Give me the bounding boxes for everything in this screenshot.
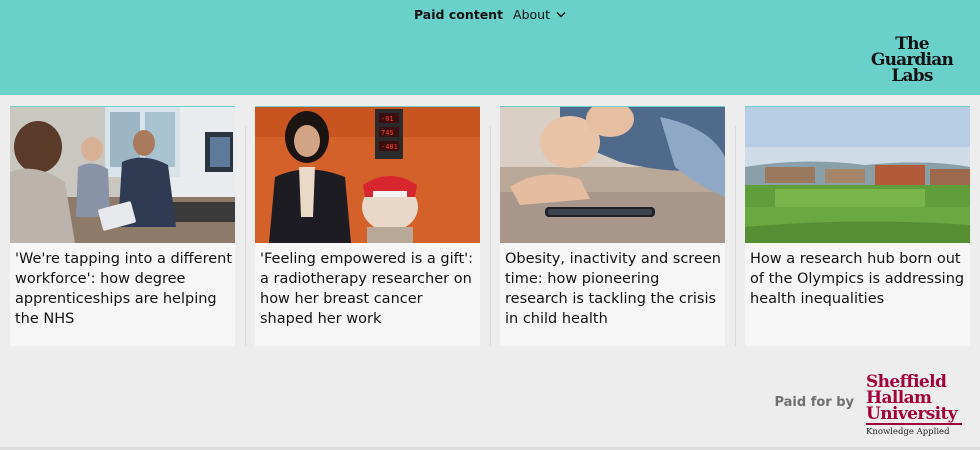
paid-for-label: Paid for by (774, 395, 854, 410)
chevron-down-icon (556, 12, 566, 18)
researcher-with-radiotherapy-model-photo: -01 745 -401 (255, 107, 480, 243)
svg-text:-01: -01 (381, 115, 394, 123)
sponsor-tagline: Knowledge Applied (866, 427, 950, 437)
sponsor-line-3: University (866, 404, 958, 424)
header-bar: Paid content About The Guardian Labs (0, 0, 980, 95)
child-with-phone-photo (500, 107, 725, 243)
article-card-2[interactable]: -01 745 -401 'Feeling empowered is a gif… (255, 106, 480, 346)
article-title: 'We're tapping into a different workforc… (15, 251, 233, 327)
article-card-4[interactable]: How a research hub born out of the Olymp… (745, 106, 970, 346)
article-title: Obesity, inactivity and screen time: how… (505, 251, 721, 327)
card-divider (735, 126, 736, 346)
city-sports-ground-photo (745, 107, 970, 243)
card-divider (490, 126, 491, 346)
svg-text:-401: -401 (381, 143, 398, 151)
paid-content-label: Paid content (413, 7, 504, 22)
article-cards: 'We're tapping into a different workforc… (10, 106, 980, 346)
nurses-with-tablet-photo (10, 107, 235, 243)
article-card-1[interactable]: 'We're tapping into a different workforc… (10, 106, 235, 346)
article-card-3[interactable]: Obesity, inactivity and screen time: how… (500, 106, 725, 346)
card-divider (245, 126, 246, 346)
header-nav: Paid content About (0, 7, 980, 23)
about-label: About (513, 7, 551, 22)
article-title: How a research hub born out of the Olymp… (750, 251, 965, 307)
article-title: 'Feeling empowered is a gift': a radioth… (260, 251, 474, 327)
svg-text:745: 745 (381, 129, 394, 137)
about-dropdown[interactable]: About (513, 7, 566, 22)
guardian-labs-logo[interactable]: The Guardian Labs (866, 36, 958, 86)
sheffield-hallam-logo[interactable]: Sheffield Hallam University Knowledge Ap… (866, 374, 966, 437)
logo-line-3: Labs (891, 66, 933, 86)
